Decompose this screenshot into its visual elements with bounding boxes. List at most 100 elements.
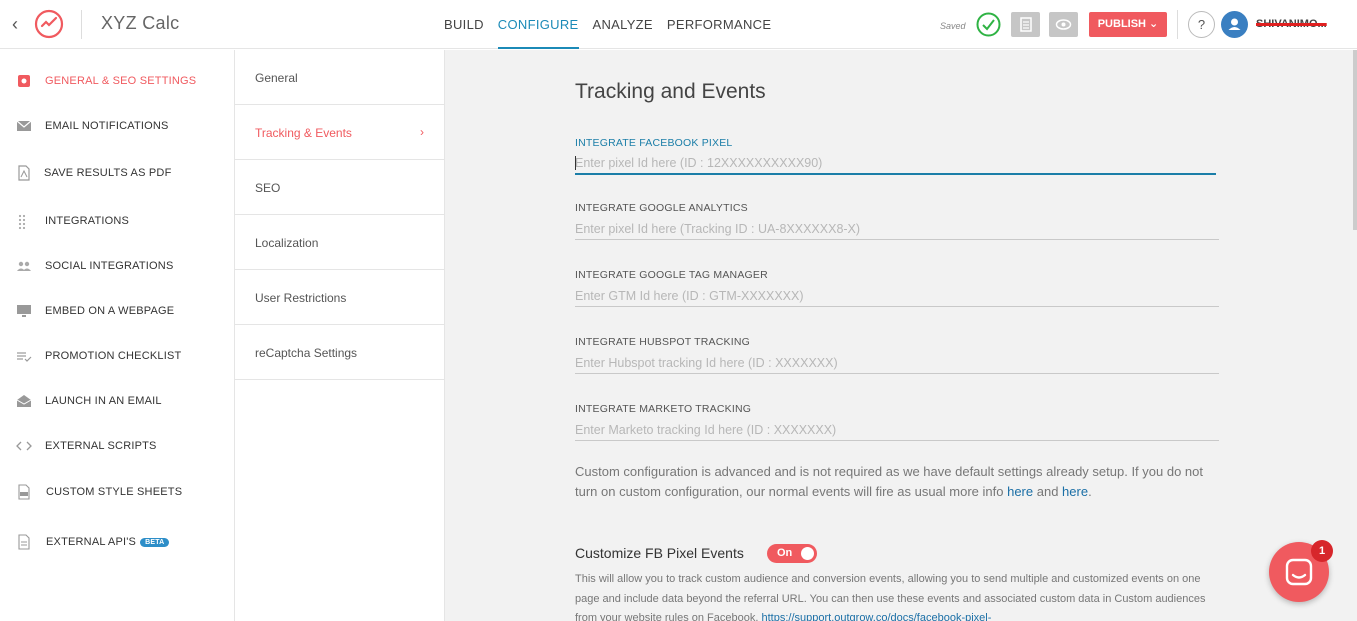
monitor-icon: [17, 305, 31, 317]
facebook-pixel-input[interactable]: [575, 153, 1216, 175]
sidebar-item-launch-email[interactable]: LAUNCH IN AN EMAIL: [0, 387, 234, 415]
submenu-item-label: reCaptcha Settings: [255, 346, 358, 360]
sidebar-item-promotion-checklist[interactable]: PROMOTION CHECKLIST: [0, 342, 234, 370]
user-name[interactable]: SHIVANIMO...: [1256, 18, 1327, 30]
submenu-item-recaptcha[interactable]: reCaptcha Settings: [235, 325, 444, 380]
tab-configure[interactable]: CONFIGURE: [497, 0, 579, 49]
submenu-item-label: SEO: [255, 181, 281, 195]
info-link-2[interactable]: here: [1062, 484, 1088, 499]
checklist-icon: [17, 352, 32, 362]
toggle-label: On: [777, 547, 793, 559]
fb-events-description: This will allow you to track custom audi…: [575, 570, 1215, 621]
eye-icon: [1055, 19, 1072, 30]
fb-events-heading: Customize FB Pixel Events: [575, 545, 744, 561]
field-label: INTEGRATE MARKETO TRACKING: [575, 403, 752, 415]
text-cursor: [575, 156, 576, 170]
marketo-tracking-input[interactable]: [575, 419, 1219, 441]
info-link-1[interactable]: here: [1007, 484, 1033, 499]
sidebar-item-label: EXTERNAL API'S BETA: [46, 536, 170, 548]
chat-unread-badge: 1: [1311, 540, 1333, 562]
divider: [1177, 10, 1178, 39]
page-title: Tracking and Events: [575, 80, 766, 103]
field-label: INTEGRATE GOOGLE ANALYTICS: [575, 202, 748, 214]
custom-config-text: .: [1088, 484, 1092, 499]
saved-check-icon: [976, 12, 1001, 37]
divider: [81, 10, 82, 39]
beta-badge: BETA: [140, 538, 170, 547]
hubspot-tracking-field: INTEGRATE HUBSPOT TRACKING: [575, 336, 1219, 374]
sidebar-item-custom-style-sheets[interactable]: CUSTOM STYLE SHEETS: [0, 478, 234, 506]
custom-config-description: Custom configuration is advanced and is …: [575, 462, 1215, 502]
tab-analyze[interactable]: ANALYZE: [593, 0, 653, 49]
custom-config-text: and: [1033, 484, 1063, 499]
css-file-icon: [18, 484, 30, 500]
sidebar-item-email-notifications[interactable]: EMAIL NOTIFICATIONS: [0, 112, 234, 140]
publish-button[interactable]: PUBLISH ⌄: [1089, 12, 1167, 37]
help-button[interactable]: ?: [1188, 11, 1215, 38]
sidebar-item-label: INTEGRATIONS: [45, 215, 130, 227]
settings-sidebar: GENERAL & SEO SETTINGS EMAIL NOTIFICATIO…: [0, 50, 235, 621]
submenu-item-tracking-events[interactable]: Tracking & Events ›: [235, 105, 444, 160]
submenu-item-seo[interactable]: SEO: [235, 160, 444, 215]
field-label: INTEGRATE GOOGLE TAG MANAGER: [575, 269, 768, 281]
open-envelope-icon: [16, 395, 32, 407]
custom-config-text: Custom configuration is advanced and is …: [575, 464, 1203, 499]
app-name: XYZ Calc: [101, 13, 180, 33]
submenu-item-label: Tracking & Events: [255, 126, 352, 140]
avatar[interactable]: [1221, 11, 1248, 38]
templates-button[interactable]: [1011, 12, 1040, 37]
sidebar-item-label: EMBED ON A WEBPAGE: [45, 305, 175, 317]
tab-build[interactable]: BUILD: [444, 0, 484, 49]
main-content: Tracking and Events INTEGRATE FACEBOOK P…: [445, 50, 1357, 621]
submenu-item-general[interactable]: General: [235, 50, 444, 105]
sidebar-item-label: LAUNCH IN AN EMAIL: [45, 395, 162, 407]
sidebar-item-general-seo[interactable]: GENERAL & SEO SETTINGS: [0, 67, 234, 95]
submenu-item-localization[interactable]: Localization: [235, 215, 444, 270]
submenu-item-user-restrictions[interactable]: User Restrictions: [235, 270, 444, 325]
grid-dots-icon: [18, 214, 26, 229]
main-nav: BUILD CONFIGURE ANALYZE PERFORMANCE: [444, 0, 785, 49]
google-analytics-input[interactable]: [575, 218, 1219, 240]
back-arrow-icon[interactable]: ‹: [12, 14, 26, 35]
sidebar-item-integrations[interactable]: INTEGRATIONS: [0, 207, 234, 235]
toggle-knob: [801, 547, 814, 560]
sidebar-item-embed-webpage[interactable]: EMBED ON A WEBPAGE: [0, 297, 234, 325]
sidebar-item-label: GENERAL & SEO SETTINGS: [45, 75, 197, 87]
field-label: INTEGRATE FACEBOOK PIXEL: [575, 137, 733, 149]
fb-pixel-docs-link[interactable]: https://support.outgrow.co/docs/facebook…: [761, 612, 991, 621]
google-analytics-field: INTEGRATE GOOGLE ANALYTICS: [575, 202, 1219, 240]
tab-performance[interactable]: PERFORMANCE: [667, 0, 771, 49]
app-logo-icon: [34, 9, 64, 39]
sidebar-item-label: SOCIAL INTEGRATIONS: [45, 260, 174, 272]
sidebar-item-social-integrations[interactable]: SOCIAL INTEGRATIONS: [0, 252, 234, 280]
chevron-right-icon: ›: [420, 125, 424, 139]
sidebar-item-external-apis[interactable]: EXTERNAL API'S BETA: [0, 528, 234, 556]
settings-icon: [18, 75, 30, 87]
google-tag-manager-input[interactable]: [575, 285, 1219, 307]
sidebar-item-save-pdf[interactable]: SAVE RESULTS AS PDF: [0, 159, 234, 187]
sidebar-item-label: EXTERNAL SCRIPTS: [45, 440, 157, 452]
top-bar: ‹ XYZ Calc BUILD CONFIGURE ANALYZE PERFO…: [0, 0, 1357, 49]
marketo-tracking-field: INTEGRATE MARKETO TRACKING: [575, 403, 1219, 441]
chat-icon: [1285, 558, 1313, 586]
sidebar-item-label: CUSTOM STYLE SHEETS: [46, 486, 183, 498]
document-icon: [1020, 17, 1032, 32]
field-label: INTEGRATE HUBSPOT TRACKING: [575, 336, 750, 348]
user-icon: [1228, 18, 1241, 30]
envelope-icon: [16, 120, 32, 131]
scrollbar[interactable]: [1353, 50, 1357, 230]
people-icon: [17, 261, 31, 271]
submenu-item-label: Localization: [255, 236, 319, 250]
code-icon: [16, 441, 32, 451]
pdf-icon: [18, 165, 30, 181]
sidebar-item-label: SAVE RESULTS AS PDF: [44, 167, 172, 179]
submenu-item-label: General: [255, 71, 298, 85]
hubspot-tracking-input[interactable]: [575, 352, 1219, 374]
preview-button[interactable]: [1049, 12, 1078, 37]
fb-events-toggle[interactable]: On: [767, 544, 817, 563]
api-file-icon: [18, 534, 30, 550]
facebook-pixel-field: INTEGRATE FACEBOOK PIXEL: [575, 137, 1219, 175]
sidebar-item-label-text: EXTERNAL API'S: [46, 536, 137, 548]
sidebar-item-external-scripts[interactable]: EXTERNAL SCRIPTS: [0, 432, 234, 460]
sidebar-item-label: EMAIL NOTIFICATIONS: [45, 120, 169, 132]
